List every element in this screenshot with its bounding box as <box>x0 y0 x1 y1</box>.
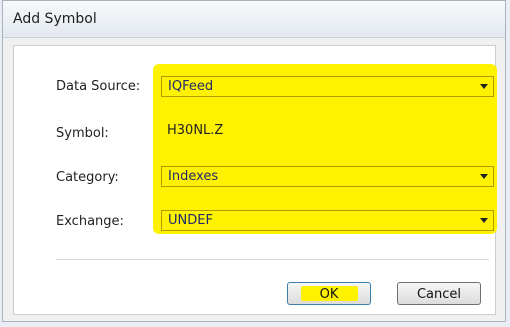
data-source-label: Data Source: <box>56 79 141 94</box>
title-bar[interactable]: Add Symbol <box>3 1 505 38</box>
symbol-input[interactable]: H30NL.Z <box>161 121 494 142</box>
chevron-down-icon[interactable] <box>480 218 488 223</box>
cancel-button[interactable]: Cancel <box>397 282 481 305</box>
separator <box>56 259 489 260</box>
form-panel: Data Source: IQFeed Symbol: H30NL.Z Cate… <box>13 45 497 315</box>
exchange-dropdown[interactable]: UNDEF <box>161 210 494 231</box>
exchange-label: Exchange: <box>56 214 124 229</box>
chevron-down-icon[interactable] <box>480 84 488 89</box>
category-label: Category: <box>56 170 119 185</box>
ok-button-label: OK <box>319 287 339 302</box>
symbol-value: H30NL.Z <box>167 123 224 138</box>
data-source-dropdown[interactable]: IQFeed <box>161 76 494 97</box>
dialog-title: Add Symbol <box>13 11 97 27</box>
chevron-down-icon[interactable] <box>480 174 488 179</box>
ok-button[interactable]: OK <box>287 282 371 305</box>
add-symbol-dialog: Add Symbol Data Source: IQFeed Symbol: H… <box>2 0 506 322</box>
exchange-value: UNDEF <box>168 213 213 228</box>
category-dropdown[interactable]: Indexes <box>161 166 494 187</box>
data-source-value: IQFeed <box>168 79 214 94</box>
category-value: Indexes <box>168 169 219 184</box>
symbol-label: Symbol: <box>56 126 109 141</box>
